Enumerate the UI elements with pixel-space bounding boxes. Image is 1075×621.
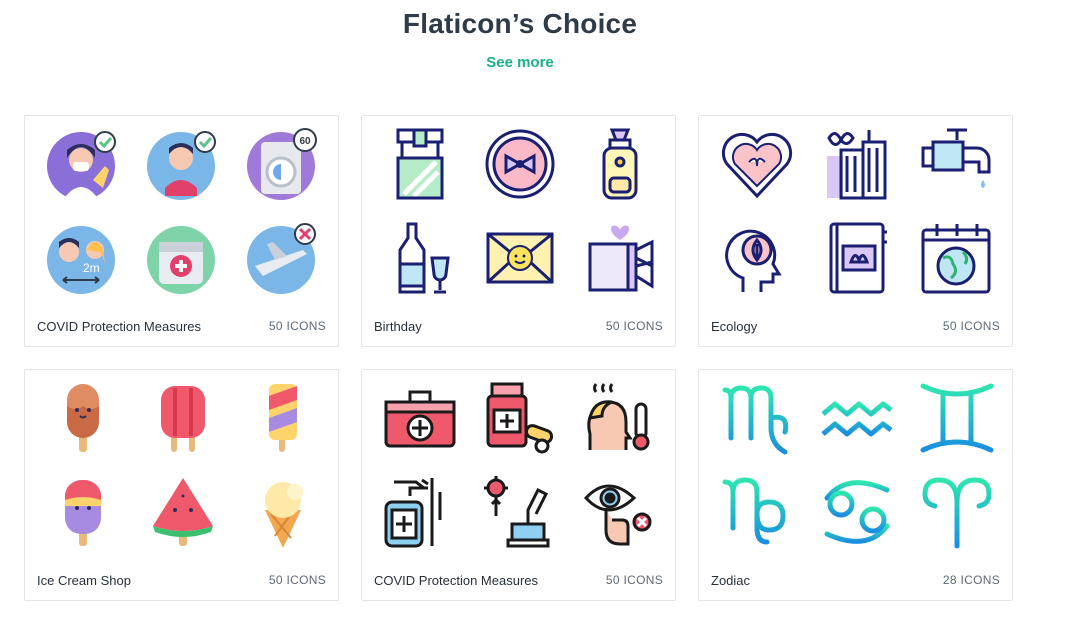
- baby-bottle-icon: [582, 126, 658, 202]
- svg-text:2m: 2m: [83, 261, 100, 275]
- medicine-pills-icon: [482, 380, 558, 456]
- face-mask-icon: [45, 126, 121, 202]
- see-more-link[interactable]: See more: [0, 54, 1040, 71]
- collection-name: Ice Cream Shop: [37, 573, 131, 588]
- icon-grid: [25, 370, 338, 560]
- no-flights-icon: [245, 220, 321, 296]
- heart-leaf-icon: [719, 126, 795, 202]
- eco-mind-icon: [719, 220, 795, 296]
- collection-card-ice-cream-shop[interactable]: Ice Cream Shop 50 ICONS: [24, 369, 339, 601]
- gift-box-icon: [382, 126, 458, 202]
- collection-card-zodiac[interactable]: Zodiac 28 ICONS: [698, 369, 1013, 601]
- aries-icon: [919, 474, 995, 550]
- fever-icon: [582, 380, 658, 456]
- ice-cream-bar-icon: [45, 474, 121, 550]
- present-icon: [582, 220, 658, 296]
- collection-name: Birthday: [374, 319, 422, 334]
- hand-washing-icon: [145, 126, 221, 202]
- touch-eye-icon: [582, 474, 658, 550]
- first-aid-kit-icon: [145, 220, 221, 296]
- water-tap-icon: [919, 126, 995, 202]
- ice-cream-cone-icon: [245, 474, 321, 550]
- collection-name: COVID Protection Measures: [374, 573, 539, 588]
- collection-icon-count: 50 ICONS: [942, 319, 1000, 333]
- icon-grid: [362, 370, 675, 560]
- watermelon-popsicle-icon: [145, 474, 221, 550]
- collection-card-birthday[interactable]: Birthday 50 ICONS: [361, 115, 676, 347]
- cancer-icon: [819, 474, 895, 550]
- popsicle-chocolate-icon: [45, 380, 121, 456]
- medical-kit-icon: [382, 380, 458, 456]
- virgo-icon: [719, 380, 795, 456]
- collection-icon-count: 50 ICONS: [268, 573, 326, 587]
- virus-microscope-icon: [482, 474, 558, 550]
- collection-card-covid-lineal[interactable]: COVID Protection Measures 50 ICONS: [361, 369, 676, 601]
- section-title: Flaticon’s Choice: [402, 8, 638, 39]
- collection-icon-count: 50 ICONS: [605, 319, 663, 333]
- collection-card-covid-flat[interactable]: 60 2m COVID Protection Measures 50 ICONS: [24, 115, 339, 347]
- icon-grid: [699, 116, 1012, 306]
- icon-grid: [362, 116, 675, 306]
- collection-name: Ecology: [711, 319, 758, 334]
- green-building-icon: [819, 126, 895, 202]
- invitation-envelope-icon: [482, 220, 558, 296]
- collection-icon-count: 28 ICONS: [942, 573, 1000, 587]
- earth-calendar-icon: [919, 220, 995, 296]
- capricorn-icon: [719, 474, 795, 550]
- collection-name: Zodiac: [711, 573, 751, 588]
- eco-book-icon: [819, 220, 895, 296]
- gemini-icon: [919, 380, 995, 456]
- bow-plate-icon: [482, 126, 558, 202]
- collection-icon-count: 50 ICONS: [605, 573, 663, 587]
- washing-machine-icon: 60: [245, 126, 321, 202]
- popsicle-stripes-icon: [245, 380, 321, 456]
- social-distance-icon: 2m: [45, 220, 121, 296]
- disinfectant-spray-icon: [382, 474, 458, 550]
- collection-card-ecology[interactable]: Ecology 50 ICONS: [698, 115, 1013, 347]
- icon-grid: 60 2m: [25, 116, 338, 306]
- icon-grid: [699, 370, 1012, 560]
- svg-text:60: 60: [299, 136, 311, 147]
- champagne-icon: [382, 220, 458, 296]
- collection-name: COVID Protection Measures: [37, 319, 202, 334]
- popsicle-red-icon: [145, 380, 221, 456]
- aquarius-icon: [819, 380, 895, 456]
- collection-icon-count: 50 ICONS: [268, 319, 326, 333]
